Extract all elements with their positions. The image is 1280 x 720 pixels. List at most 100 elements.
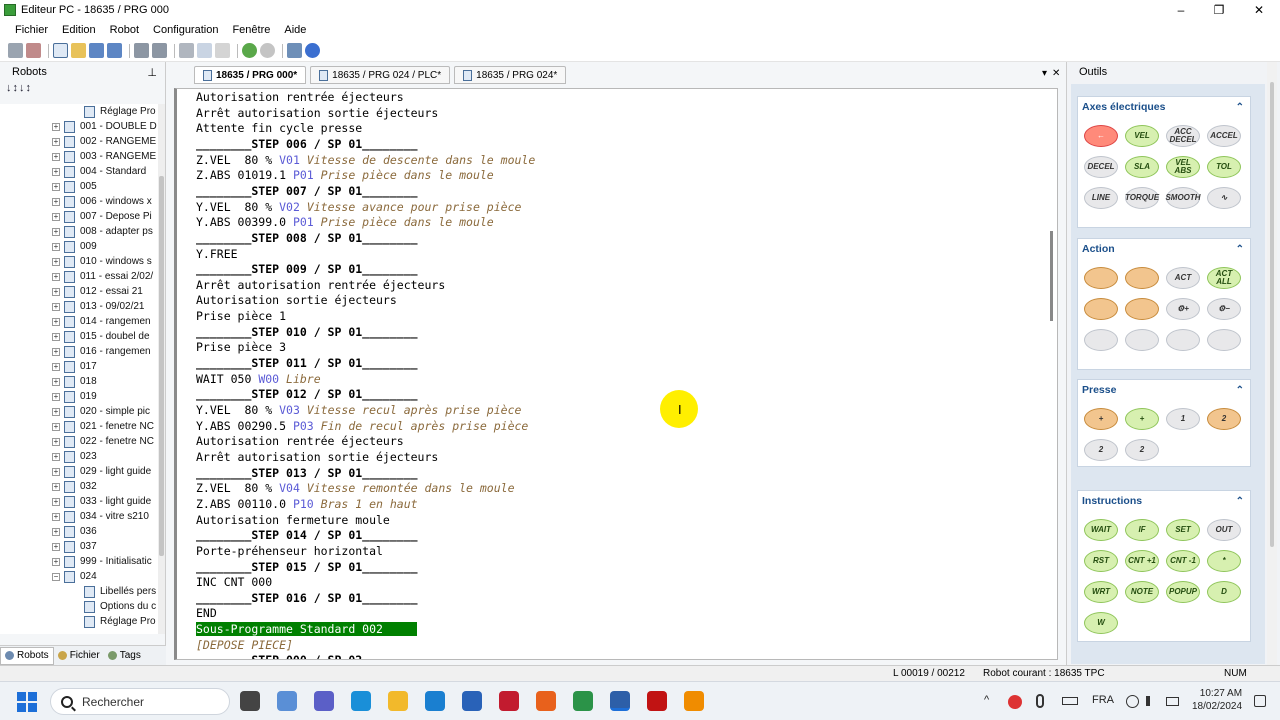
- code-line[interactable]: Attente fin cycle presse: [196, 121, 362, 136]
- tree-item[interactable]: +033 - light guide: [52, 494, 151, 509]
- collapse-icon[interactable]: ⌃: [1236, 385, 1244, 396]
- code-line[interactable]: ________STEP 008 / SP 01________: [196, 231, 418, 246]
- expand-toggle-icon[interactable]: +: [52, 212, 60, 221]
- expand-toggle-icon[interactable]: +: [52, 527, 60, 536]
- robot-disconnect-icon[interactable]: [26, 43, 41, 58]
- tool-button[interactable]: ⚙−: [1207, 298, 1241, 320]
- tree-item[interactable]: +006 - windows x: [52, 194, 152, 209]
- code-line[interactable]: ________STEP 013 / SP 01________: [196, 466, 418, 481]
- code-line[interactable]: Y.VEL 80 % V02 Vitesse avance pour prise…: [196, 200, 521, 215]
- task-view-icon[interactable]: [240, 691, 260, 711]
- teams-icon[interactable]: [314, 691, 334, 711]
- notifications-icon[interactable]: [1254, 695, 1266, 707]
- tool-button[interactable]: [1125, 267, 1159, 289]
- print-preview-icon[interactable]: [134, 43, 149, 58]
- expand-toggle-icon[interactable]: +: [52, 242, 60, 251]
- sort-icons[interactable]: ↓↕↓↕: [0, 82, 165, 100]
- file-explorer-icon[interactable]: [388, 691, 408, 711]
- code-scrollbar[interactable]: [1049, 91, 1055, 657]
- expand-toggle-icon[interactable]: +: [52, 152, 60, 161]
- tool-button[interactable]: D: [1207, 581, 1241, 603]
- tree-item[interactable]: +003 - RANGEME: [52, 149, 156, 164]
- maximize-button[interactable]: ❐: [1200, 0, 1238, 20]
- undo-icon[interactable]: [242, 43, 257, 58]
- tool-button[interactable]: NOTE: [1125, 581, 1159, 603]
- tree-item[interactable]: +004 - Standard: [52, 164, 146, 179]
- expand-toggle-icon[interactable]: +: [52, 377, 60, 386]
- tree-item[interactable]: +029 - light guide: [52, 464, 151, 479]
- tab-prg-024-plc[interactable]: 18635 / PRG 024 / PLC*: [310, 66, 451, 84]
- expand-toggle-icon[interactable]: +: [52, 482, 60, 491]
- code-line[interactable]: ________STEP 012 / SP 01________: [196, 387, 418, 402]
- code-line[interactable]: ________STEP 011 / SP 01________: [196, 356, 418, 371]
- tree-item[interactable]: +015 - doubel de: [52, 329, 150, 344]
- tree-item[interactable]: +019: [52, 389, 97, 404]
- code-line[interactable]: Z.VEL 80 % V01 Vitesse de descente dans …: [196, 153, 535, 168]
- code-line[interactable]: Z.ABS 01019.1 P01 Prise pièce dans le mo…: [196, 168, 494, 183]
- sync-icon[interactable]: [1008, 695, 1022, 709]
- tree-item[interactable]: Options du c: [84, 599, 156, 614]
- tree-item[interactable]: Réglage Pro: [84, 614, 156, 629]
- new-file-icon[interactable]: [53, 43, 68, 58]
- expand-toggle-icon[interactable]: +: [52, 122, 60, 131]
- tool-button[interactable]: TORQUE: [1125, 187, 1159, 209]
- expand-toggle-icon[interactable]: +: [52, 467, 60, 476]
- tool-button[interactable]: ACC DECEL: [1166, 125, 1200, 147]
- code-line[interactable]: Y.ABS 00399.0 P01 Prise pièce dans le mo…: [196, 215, 494, 230]
- tab-robots[interactable]: Robots: [0, 646, 54, 665]
- tray-chevron-icon[interactable]: ^: [984, 694, 989, 706]
- expand-toggle-icon[interactable]: +: [52, 347, 60, 356]
- language-indicator[interactable]: FRA: [1092, 694, 1114, 706]
- code-line[interactable]: Autorisation sortie éjecteurs: [196, 293, 397, 308]
- tool-button[interactable]: [1125, 329, 1159, 351]
- code-line[interactable]: WAIT 050 W00 Libre: [196, 372, 321, 387]
- vlc-icon[interactable]: [684, 691, 704, 711]
- expand-toggle-icon[interactable]: +: [52, 137, 60, 146]
- tool-group-header[interactable]: Presse ⌃: [1078, 380, 1250, 400]
- tool-button[interactable]: [1207, 329, 1241, 351]
- robot-connect-icon[interactable]: [8, 43, 23, 58]
- tree-item[interactable]: +002 - RANGEME: [52, 134, 156, 149]
- copy-icon[interactable]: [197, 43, 212, 58]
- battery-status-icon[interactable]: [1166, 697, 1179, 706]
- menu-configuration[interactable]: Configuration: [146, 24, 225, 36]
- tool-button[interactable]: ∿: [1207, 187, 1241, 209]
- expand-toggle-icon[interactable]: +: [52, 557, 60, 566]
- expand-toggle-icon[interactable]: +: [52, 167, 60, 176]
- code-line[interactable]: INC CNT 000: [196, 575, 272, 590]
- tool-group-header[interactable]: Axes électriques ⌃: [1078, 97, 1250, 117]
- collapse-icon[interactable]: ⌃: [1236, 102, 1244, 113]
- tab-prg-024[interactable]: 18635 / PRG 024*: [454, 66, 567, 84]
- collapse-icon[interactable]: ⌃: [1236, 496, 1244, 507]
- code-line[interactable]: Arrêt autorisation sortie éjecteurs: [196, 106, 438, 121]
- code-line[interactable]: Y.FREE: [196, 247, 238, 262]
- code-line[interactable]: Autorisation rentrée éjecteurs: [196, 90, 404, 105]
- tree-item[interactable]: +007 - Depose Pi: [52, 209, 152, 224]
- tab-prg-000[interactable]: 18635 / PRG 000*: [194, 66, 307, 84]
- paste-icon[interactable]: [215, 43, 230, 58]
- tree-item[interactable]: +016 - rangemen: [52, 344, 151, 359]
- expand-toggle-icon[interactable]: +: [52, 317, 60, 326]
- window-icon[interactable]: [287, 43, 302, 58]
- expand-toggle-icon[interactable]: +: [52, 422, 60, 431]
- tool-button[interactable]: 2: [1125, 439, 1159, 461]
- tree-item[interactable]: +032: [52, 479, 97, 494]
- tool-button[interactable]: 2: [1207, 408, 1241, 430]
- code-line[interactable]: Arrêt autorisation sortie éjecteurs: [196, 450, 438, 465]
- edge-icon[interactable]: [351, 691, 371, 711]
- tool-button[interactable]: *: [1207, 550, 1241, 572]
- expand-toggle-icon[interactable]: +: [52, 362, 60, 371]
- tree-item[interactable]: Libellés pers: [84, 584, 156, 599]
- tree-item[interactable]: +008 - adapter ps: [52, 224, 153, 239]
- expand-toggle-icon[interactable]: +: [52, 542, 60, 551]
- tool-button[interactable]: WAIT: [1084, 519, 1118, 541]
- expand-toggle-icon[interactable]: +: [52, 257, 60, 266]
- expand-toggle-icon[interactable]: +: [52, 287, 60, 296]
- tools-scrollbar-thumb[interactable]: [1270, 82, 1274, 547]
- code-line[interactable]: [DEPOSE PIECE]: [196, 638, 293, 653]
- code-line[interactable]: Prise pièce 3: [196, 340, 286, 355]
- code-line[interactable]: ________STEP 000 / SP 02________: [196, 653, 418, 659]
- expand-toggle-icon[interactable]: +: [52, 452, 60, 461]
- open-folder-icon[interactable]: [71, 43, 86, 58]
- code-line[interactable]: Prise pièce 1: [196, 309, 286, 324]
